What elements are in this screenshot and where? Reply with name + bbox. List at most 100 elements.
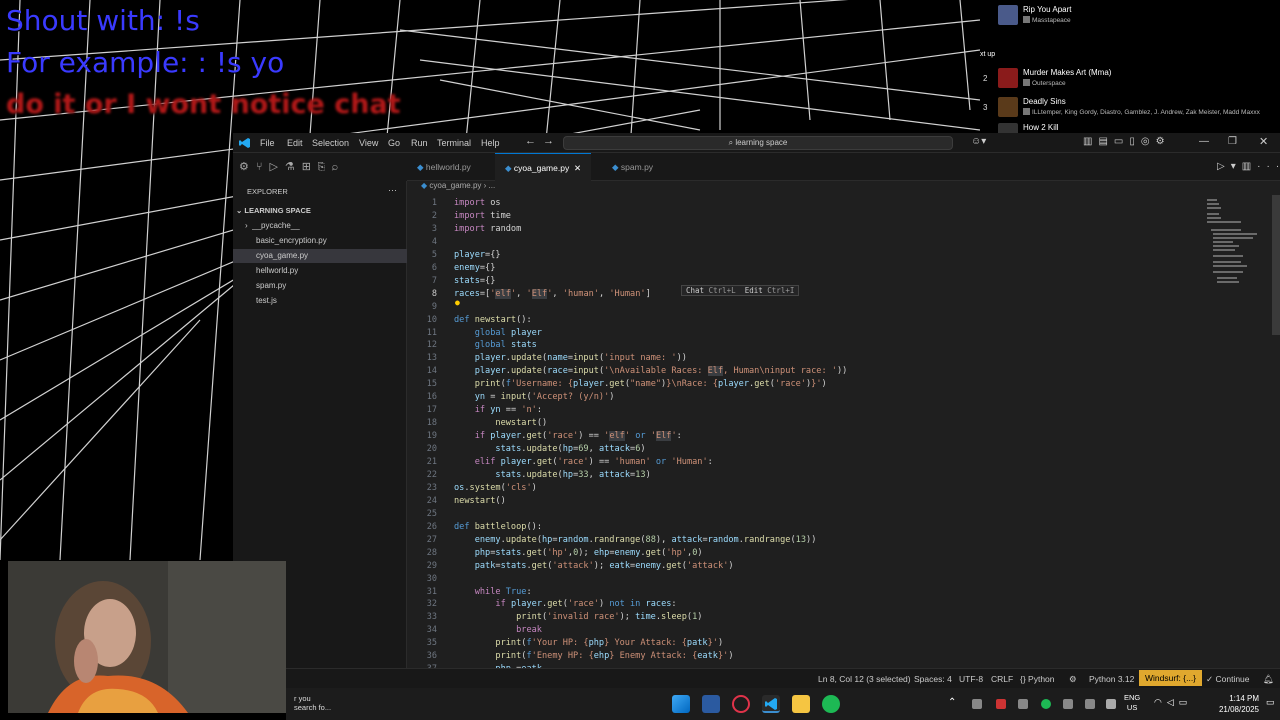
copilot-icon[interactable]: ☺▾	[971, 136, 986, 147]
code-line[interactable]: print('invalid race'); time.sleep(1)	[454, 612, 702, 622]
opera-icon[interactable]	[732, 695, 750, 713]
inline-chat-hint[interactable]: Chat Ctrl+L Edit Ctrl+I	[681, 285, 800, 296]
lightbulb-icon[interactable]: ●	[455, 298, 460, 307]
code-editor[interactable]: 1 import os 2 import time 3 import random 4 5 pl…	[407, 195, 1280, 668]
code-line[interactable]: newstart()	[454, 418, 547, 428]
language-mode[interactable]: {} Python	[1020, 674, 1055, 684]
tree-item-hellworld[interactable]: hellworld.py	[256, 266, 298, 275]
gear-icon[interactable]: ⚙	[1069, 674, 1077, 685]
python-interpreter[interactable]: Python 3.12	[1089, 674, 1134, 684]
code-line[interactable]: if yn == 'n':	[454, 405, 542, 415]
menu-file[interactable]: File	[260, 138, 275, 148]
code-line[interactable]: print(f'Username: {player.get("name")}\n…	[454, 379, 827, 389]
code-line[interactable]: player.update(race=input('\nAvailable Ra…	[454, 366, 847, 377]
cursor-position[interactable]: Ln 8, Col 12 (3 selected)	[818, 674, 911, 684]
recording-tray-icon[interactable]	[996, 699, 1006, 709]
system-status-icons[interactable]: ◠◁▭	[1154, 697, 1192, 708]
input-language[interactable]: ENG US	[1124, 693, 1140, 713]
encoding-status[interactable]: UTF-8	[959, 674, 983, 684]
close-icon[interactable]: ✕	[1259, 135, 1268, 148]
code-line[interactable]: def battleloop():	[454, 522, 542, 532]
code-line[interactable]: if player.get('race') not in races:	[454, 599, 676, 609]
code-line[interactable]: races=['elf', 'Elf', 'human', 'Human']	[454, 288, 651, 299]
code-line[interactable]: enemy.update(hp=random.randrange(88), at…	[454, 535, 817, 545]
code-line[interactable]: yn = input('Accept? (y/n)')	[454, 392, 615, 402]
vscode-taskbar-icon[interactable]	[762, 695, 780, 713]
onedrive-tray-icon[interactable]	[1085, 699, 1095, 709]
spotify-icon[interactable]	[822, 695, 840, 713]
indentation-status[interactable]: Spaces: 4	[914, 674, 952, 684]
code-line[interactable]: def newstart():	[454, 315, 532, 325]
queue-item[interactable]: 3 Deadly Sins ILLtemper, King Gordy, Dia…	[980, 97, 1280, 125]
more-actions-icon[interactable]: ···	[388, 185, 397, 195]
maximize-icon[interactable]: ❐	[1228, 136, 1237, 147]
code-line[interactable]: stats.update(hp=69, attack=6)	[454, 444, 645, 454]
code-line[interactable]: enemy={}	[454, 263, 495, 273]
queue-item[interactable]: 2 Murder Makes Art (Mma) Outerspace	[980, 68, 1280, 96]
notification-bell-icon[interactable]: 🔔︎	[1263, 674, 1274, 685]
minimap[interactable]	[1207, 199, 1277, 319]
code-line[interactable]: newstart()	[454, 496, 506, 506]
menu-selection[interactable]: Selection	[312, 138, 349, 148]
tree-item-spam[interactable]: spam.py	[256, 281, 286, 290]
code-line[interactable]: print(f'Enemy HP: {ehp} Enemy Attack: {e…	[454, 651, 733, 661]
tab-spam[interactable]: ◆ spam.py	[602, 153, 663, 181]
search-hint[interactable]: r you search fo...	[294, 694, 331, 712]
code-line[interactable]: print(f'Your HP: {php} Your Attack: {pat…	[454, 638, 723, 648]
code-line[interactable]: global stats	[454, 340, 537, 350]
windows-start-icon[interactable]	[672, 695, 690, 713]
code-line[interactable]: os.system('cls')	[454, 483, 537, 493]
clock[interactable]: 1:14 PM 21/08/2025	[1211, 693, 1259, 715]
menu-go[interactable]: Go	[388, 138, 400, 148]
editor-scrollbar[interactable]	[1272, 195, 1280, 335]
tab-cyoa-game[interactable]: ◆ cyoa_game.py ✕	[495, 153, 592, 181]
tree-item-pycache[interactable]: › __pycache__	[245, 221, 300, 230]
code-line[interactable]: player.update(name=input('input name: ')…	[454, 353, 687, 363]
continue-status[interactable]: ✓ Continue	[1206, 674, 1250, 685]
menu-view[interactable]: View	[359, 138, 378, 148]
code-line[interactable]: elif player.get('race') == 'human' or 'H…	[454, 457, 713, 467]
notification-icon[interactable]: ▭	[1266, 697, 1275, 708]
tree-item-basic-encryption[interactable]: basic_encryption.py	[256, 236, 327, 245]
menu-help[interactable]: Help	[481, 138, 500, 148]
command-center-search[interactable]: ⌕ learning space	[563, 136, 953, 150]
editor-actions-icons[interactable]: ▷▾▥···	[1217, 161, 1280, 172]
discord-tray-icon[interactable]	[972, 699, 982, 709]
code-line[interactable]: player={}	[454, 250, 501, 260]
menu-terminal[interactable]: Terminal	[437, 138, 471, 148]
workspace-folder[interactable]: ⌄ LEARNING SPACE	[236, 206, 311, 215]
code-line[interactable]: stats={}	[454, 276, 495, 286]
eol-status[interactable]: CRLF	[991, 674, 1013, 684]
calculator-icon[interactable]	[702, 695, 720, 713]
spotify-tray-icon[interactable]	[1041, 699, 1051, 709]
code-line[interactable]: import time	[454, 211, 511, 221]
tree-item-test-js[interactable]: test.js	[256, 296, 277, 305]
file-explorer-icon[interactable]	[792, 695, 810, 713]
tray-overflow-icon[interactable]: ⌃	[948, 697, 956, 708]
code-line[interactable]: while True:	[454, 587, 532, 597]
windsurf-status[interactable]: Windsurf: {...}	[1139, 670, 1203, 686]
code-line[interactable]: global player	[454, 328, 542, 338]
steam-tray-icon[interactable]	[1063, 699, 1073, 709]
code-line[interactable]: break	[454, 625, 542, 635]
minimize-icon[interactable]: —	[1199, 136, 1209, 147]
code-line[interactable]: if player.get('race') == 'elf' or 'Elf':	[454, 431, 682, 442]
code-line[interactable]: php=stats.get('hp',0); ehp=enemy.get('hp…	[454, 548, 703, 558]
microphone-icon[interactable]	[1106, 699, 1116, 709]
tree-item-cyoa-game[interactable]: cyoa_game.py	[233, 249, 407, 263]
queue-item[interactable]: How 2 Kill	[980, 123, 1280, 133]
forward-arrow-icon[interactable]: →	[543, 135, 554, 147]
code-line[interactable]: import random	[454, 224, 521, 234]
app-tray-icon[interactable]	[1018, 699, 1028, 709]
back-arrow-icon[interactable]: ←	[525, 135, 536, 147]
code-line[interactable]: import os	[454, 198, 501, 208]
code-line[interactable]: stats.update(hp=33, attack=13)	[454, 470, 650, 480]
menu-edit[interactable]: Edit	[287, 138, 303, 148]
tab-hellworld[interactable]: ◆ hellworld.py	[407, 153, 481, 181]
close-tab-icon[interactable]: ✕	[572, 163, 581, 173]
menu-run[interactable]: Run	[411, 138, 428, 148]
activity-icons[interactable]: ⚙⑂▷⚗⊞⎘⌕	[239, 160, 345, 173]
now-playing[interactable]: Rip You Apart Masstapeace	[980, 5, 1280, 33]
layout-icons[interactable]: ▥▤▭▯◎⚙	[1083, 136, 1171, 147]
code-line[interactable]: patk=stats.get('attack'); eatk=enemy.get…	[454, 561, 734, 571]
